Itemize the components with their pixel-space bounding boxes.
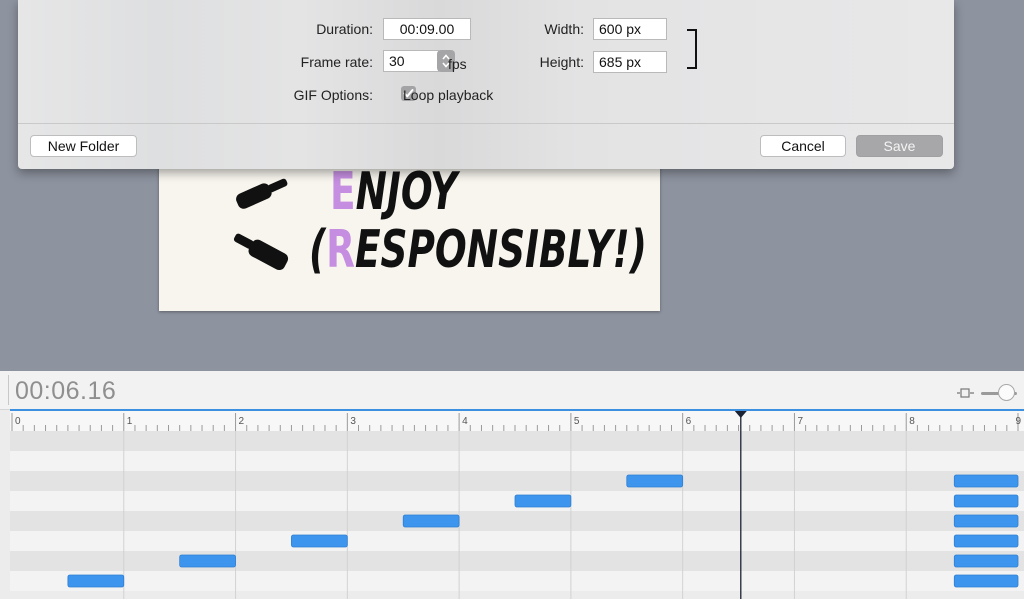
keyframe-bar[interactable]	[67, 574, 125, 588]
duration-label: Duration:	[316, 21, 373, 37]
track-row[interactable]	[10, 451, 1024, 471]
ruler-label: 2	[239, 416, 245, 427]
cancel-button[interactable]: Cancel	[760, 135, 846, 157]
track-row[interactable]	[10, 551, 1024, 571]
timeline-ruler[interactable]	[10, 411, 1024, 431]
track-row[interactable]	[10, 471, 1024, 491]
bottle-icon-top	[236, 178, 288, 209]
export-dialog: Duration: 00:09.00 Frame rate: 30 fps GI…	[18, 0, 954, 169]
track-row[interactable]	[10, 431, 1024, 451]
frame-rate-field[interactable]: 30	[383, 50, 439, 72]
aspect-link-bracket[interactable]	[687, 29, 697, 69]
keyframe-bar[interactable]	[953, 514, 1019, 528]
gif-options-label: GIF Options:	[293, 87, 373, 103]
new-folder-button[interactable]: New Folder	[30, 135, 137, 157]
height-field[interactable]: 685 px	[593, 51, 667, 73]
save-button[interactable]: Save	[856, 135, 943, 157]
dialog-divider	[18, 123, 954, 124]
frame-rate-label: Frame rate:	[300, 54, 373, 70]
bottle-icon-bottom	[233, 233, 289, 271]
keyframe-bar[interactable]	[179, 554, 236, 568]
keyframe-bar[interactable]	[514, 494, 572, 508]
width-field[interactable]: 600 px	[593, 18, 667, 40]
keyframe-bar[interactable]	[402, 514, 460, 528]
ruler-label: 8	[909, 416, 915, 427]
keyframe-bar[interactable]	[953, 534, 1019, 548]
timeline-header: 00:06.16	[0, 371, 1024, 410]
ruler-label: 1	[127, 416, 133, 427]
track-row[interactable]	[10, 511, 1024, 531]
ruler-label: 7	[797, 416, 803, 427]
track-row[interactable]	[10, 571, 1024, 591]
ruler-label: 3	[350, 416, 356, 427]
keyframe-bar[interactable]	[953, 474, 1019, 488]
ruler-label: 4	[462, 416, 468, 427]
artwork-canvas: ENJOY (RESPONSIBLY!)	[159, 150, 660, 311]
ruler-label: 9	[1015, 416, 1021, 427]
ruler-label: 5	[574, 416, 580, 427]
artwork-text-responsibly: ESPONSIBLY!)	[354, 220, 647, 280]
keyframe-bar[interactable]	[626, 474, 684, 488]
timeline-tracks[interactable]: 0 1 2 3 4 5 6 7 8 9	[10, 411, 1024, 599]
artwork-text-enjoy: NJOY	[355, 162, 458, 222]
timeline-panel: 00:06.16 0 1 2 3 4 5 6 7 8 9	[0, 371, 1024, 599]
artwork-highlight-e: E	[330, 162, 356, 222]
ruler-label: 6	[686, 416, 692, 427]
zoom-slider-thumb[interactable]	[998, 384, 1015, 401]
keyframe-bar[interactable]	[291, 534, 348, 548]
timecode-display: 00:06.16	[15, 377, 117, 405]
zoom-out-icon[interactable]	[957, 388, 975, 398]
keyframe-bar[interactable]	[953, 494, 1019, 508]
artwork-highlight-r: R	[326, 220, 355, 280]
duration-field[interactable]: 00:09.00	[383, 18, 471, 40]
fps-label: fps	[448, 56, 467, 72]
artwork-open-paren: (	[309, 220, 327, 280]
timeline-canvas[interactable]: 0 1 2 3 4 5 6 7 8 9	[10, 411, 1024, 599]
width-label: Width:	[544, 21, 584, 37]
header-divider	[8, 375, 9, 405]
loop-playback-label[interactable]: Loop playback	[403, 87, 493, 103]
height-label: Height:	[539, 54, 584, 70]
ruler-label: 0	[15, 416, 21, 427]
artwork-line-enjoy: ENJOY	[330, 162, 457, 222]
keyframe-bar[interactable]	[953, 574, 1019, 588]
artwork-line-responsibly: (RESPONSIBLY!)	[309, 220, 647, 280]
track-row[interactable]	[10, 531, 1024, 551]
keyframe-bar[interactable]	[953, 554, 1019, 568]
